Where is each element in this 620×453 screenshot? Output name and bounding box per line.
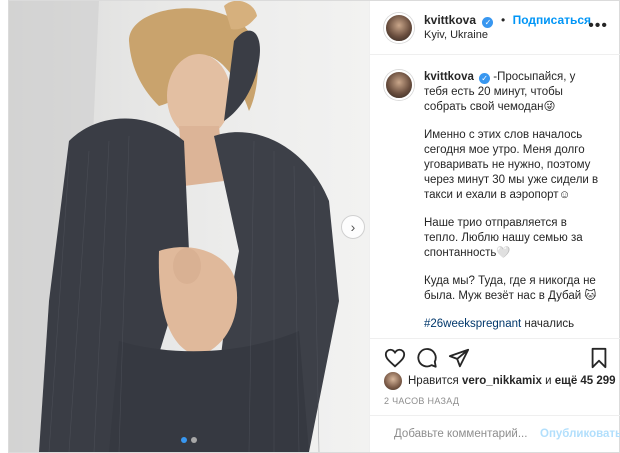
caption-hashtag-tail: начались xyxy=(521,318,575,330)
comment-bar: Опубликовать xyxy=(370,415,620,452)
author-avatar[interactable] xyxy=(384,12,414,43)
author-info: kvittkova ✓ • Подписаться Kyiv, Ukraine xyxy=(424,12,591,43)
caption-paragraph-2: Именно с этих слов началось сегодня мое … xyxy=(424,129,599,201)
likes-count-link[interactable]: ещё 45 299 xyxy=(555,375,616,387)
author-username[interactable]: kvittkova xyxy=(424,13,476,27)
caption-author-avatar[interactable] xyxy=(384,70,414,100)
caption-row: kvittkova ✓ -Просыпайся, у тебя есть 20 … xyxy=(384,70,606,338)
carousel-dot xyxy=(191,437,197,443)
hashtag-link[interactable]: #26weekspregnant xyxy=(424,318,521,330)
caption-paragraph-5: #26weekspregnant начались xyxy=(424,317,600,332)
caption-paragraph-1: kvittkova ✓ -Просыпайся, у тебя есть 20 … xyxy=(424,70,600,115)
publish-button[interactable]: Опубликовать xyxy=(540,428,620,440)
post-photo[interactable]: › xyxy=(9,1,369,452)
chevron-right-icon: › xyxy=(350,219,356,235)
caption-text: kvittkova ✓ -Просыпайся, у тебя есть 20 … xyxy=(424,70,600,338)
separator-dot: • xyxy=(500,13,506,27)
bookmark-icon[interactable] xyxy=(588,347,610,369)
more-options-icon[interactable]: ••• xyxy=(588,17,608,35)
likes-and: и xyxy=(545,375,552,387)
instagram-post: › kvittkova ✓ • Подписаться Kyiv, Ukrain… xyxy=(8,0,620,453)
likes-prefix: Нравится xyxy=(408,375,459,387)
caption-paragraph-3: Наше трио отправляется в тепло. Люблю на… xyxy=(424,217,583,259)
carousel-dot-active xyxy=(181,437,187,443)
follow-button[interactable]: Подписаться xyxy=(513,13,591,27)
photo-illustration xyxy=(9,1,339,452)
liker-avatar[interactable] xyxy=(384,372,402,390)
verified-badge-icon: ✓ xyxy=(479,73,491,84)
paper-plane-icon[interactable] xyxy=(448,347,470,369)
caption-scroll-area[interactable]: kvittkova ✓ -Просыпайся, у тебя есть 20 … xyxy=(370,56,620,338)
post-header: kvittkova ✓ • Подписаться Kyiv, Ukraine … xyxy=(370,1,620,55)
heart-icon[interactable] xyxy=(384,347,406,369)
post-timestamp[interactable]: 2 ЧАСОВ НАЗАД xyxy=(384,396,459,406)
comment-input[interactable] xyxy=(394,428,534,440)
caption-username[interactable]: kvittkova xyxy=(424,71,474,83)
verified-badge-icon: ✓ xyxy=(482,17,494,28)
likes-summary: Нравится vero_nikkamix и ещё 45 299 xyxy=(384,372,616,390)
post-location[interactable]: Kyiv, Ukraine xyxy=(424,28,591,43)
comment-icon[interactable] xyxy=(416,347,438,369)
post-side-panel: kvittkova ✓ • Подписаться Kyiv, Ukraine … xyxy=(369,1,620,452)
caption-paragraph-4: Куда мы? Туда, где я никогда не была. Му… xyxy=(424,275,597,302)
carousel-indicator xyxy=(181,437,197,443)
liker-username[interactable]: vero_nikkamix xyxy=(462,375,542,387)
action-bar xyxy=(370,338,620,374)
carousel-next-button[interactable]: › xyxy=(341,215,365,239)
